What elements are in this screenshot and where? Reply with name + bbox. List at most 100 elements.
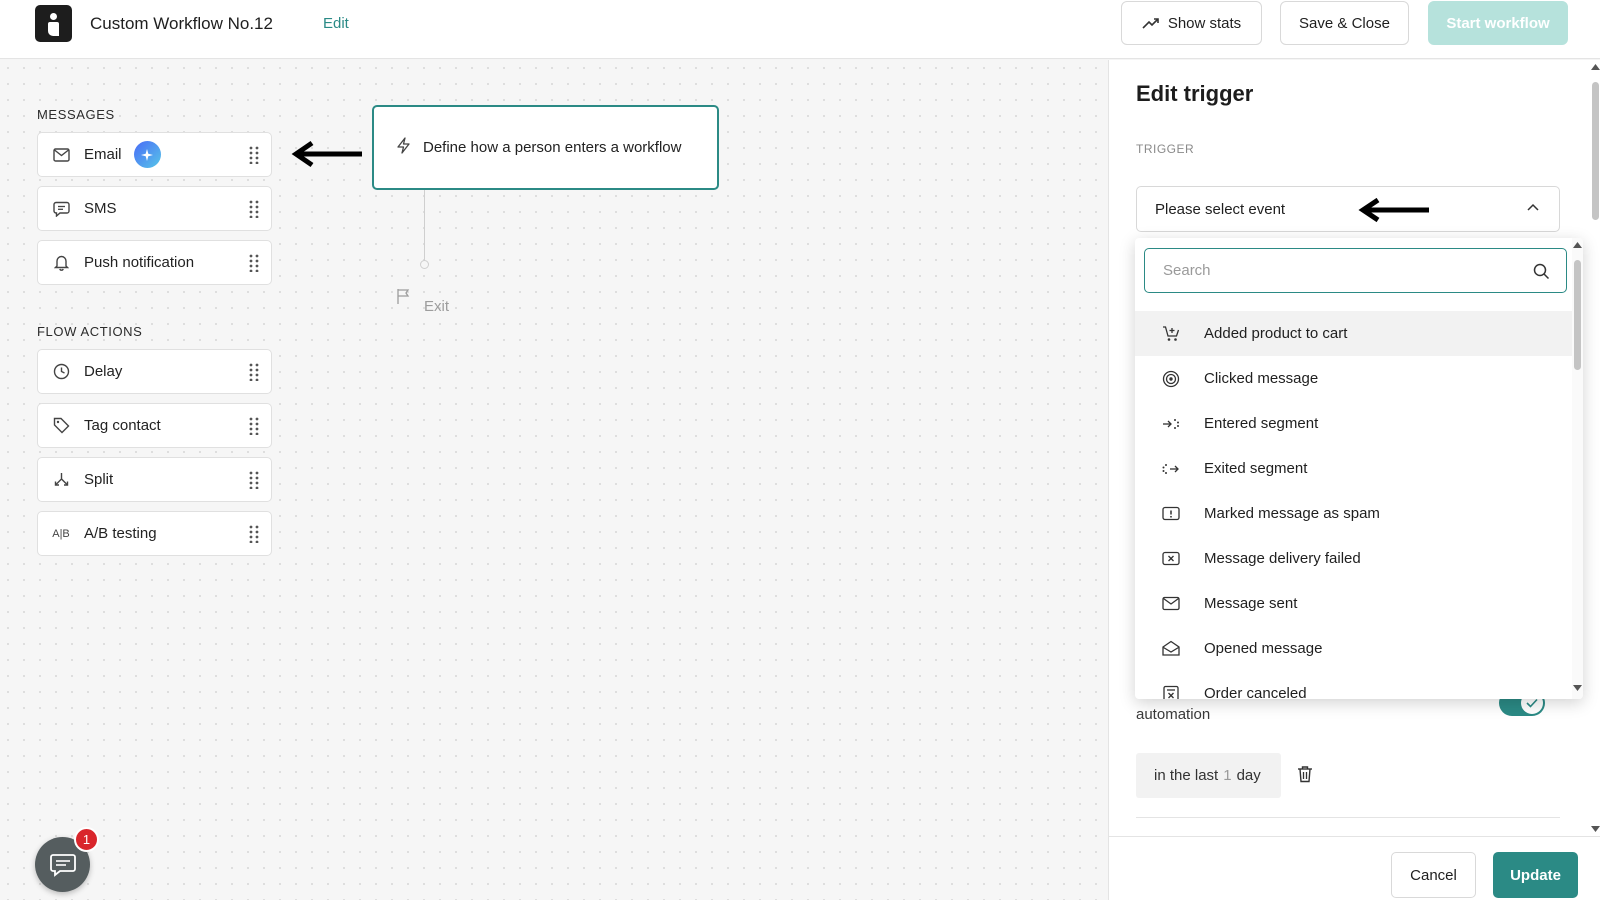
cancel-button[interactable]: Cancel — [1391, 852, 1476, 898]
automation-label: automation — [1136, 706, 1211, 723]
event-option[interactable]: Exited segment — [1135, 446, 1572, 491]
trigger-node[interactable]: Define how a person enters a workflow — [372, 105, 719, 190]
exit-node: Exit — [396, 288, 449, 315]
palette-item-push-notification[interactable]: Push notification — [37, 240, 272, 285]
trend-up-icon — [1142, 18, 1159, 29]
event-option[interactable]: Marked message as spam — [1135, 491, 1572, 536]
mail-icon — [52, 146, 70, 164]
trigger-field-label: TRIGGER — [1136, 142, 1195, 156]
exit-label: Exit — [424, 298, 450, 315]
flow-actions-heading: FLOW ACTIONS — [37, 324, 143, 339]
event-dropdown: Added product to cart Clicked message En… — [1135, 238, 1583, 699]
chat-bubble-icon — [52, 200, 70, 218]
delivery-failed-icon — [1161, 549, 1181, 569]
palette-item-split[interactable]: Split — [37, 457, 272, 502]
edit-title-link[interactable]: Edit — [323, 15, 349, 32]
show-stats-label: Show stats — [1167, 14, 1242, 32]
save-close-button[interactable]: Save & Close — [1280, 1, 1409, 45]
event-option[interactable]: Message sent — [1135, 581, 1572, 626]
bell-icon — [52, 254, 70, 272]
start-workflow-button[interactable]: Start workflow — [1428, 1, 1568, 45]
app-logo[interactable] — [35, 5, 72, 42]
scroll-up-icon[interactable] — [1573, 242, 1582, 248]
time-number[interactable]: 1 — [1223, 767, 1231, 784]
event-list: Added product to cart Clicked message En… — [1135, 311, 1572, 699]
palette-item-tag-contact[interactable]: Tag contact — [37, 403, 272, 448]
flag-icon — [397, 289, 410, 304]
event-option[interactable]: Added product to cart — [1135, 311, 1572, 356]
annotation-arrow-icon — [1358, 197, 1429, 223]
palette-item-label: Delay — [84, 363, 123, 380]
palette-item-label: Push notification — [84, 254, 195, 271]
event-option[interactable]: Clicked message — [1135, 356, 1572, 401]
drag-handle-icon[interactable] — [249, 471, 259, 494]
scroll-down-icon[interactable] — [1573, 685, 1582, 691]
palette-item-label: Email — [84, 146, 122, 163]
event-option-label: Entered segment — [1204, 415, 1319, 432]
chevron-up-icon[interactable] — [1527, 203, 1539, 211]
order-canceled-icon — [1161, 684, 1181, 699]
search-icon — [1533, 263, 1550, 280]
event-option-label: Marked message as spam — [1204, 505, 1380, 522]
scroll-down-icon[interactable] — [1591, 826, 1600, 832]
target-icon — [1161, 369, 1181, 389]
messages-heading: MESSAGES — [37, 107, 115, 122]
divider — [1136, 817, 1560, 818]
panel-title: Edit trigger — [1136, 81, 1254, 106]
trigger-node-text: Define how a person enters a workflow — [423, 139, 682, 156]
event-option-label: Exited segment — [1204, 460, 1308, 477]
clock-icon — [52, 363, 70, 381]
event-option-label: Message delivery failed — [1204, 550, 1361, 567]
event-select-value: Please select event — [1155, 200, 1286, 218]
event-option[interactable]: Opened message — [1135, 626, 1572, 671]
time-unit: day — [1236, 767, 1261, 784]
panel-scrollbar[interactable] — [1590, 60, 1600, 836]
palette-item-delay[interactable]: Delay — [37, 349, 272, 394]
event-select[interactable]: Please select event — [1136, 186, 1560, 232]
time-window-field[interactable]: in the last 1 day — [1136, 753, 1281, 798]
palette-item-label: A/B testing — [84, 525, 157, 542]
lightning-icon — [396, 136, 411, 159]
drag-handle-icon[interactable] — [249, 363, 259, 386]
event-option-label: Opened message — [1204, 640, 1323, 657]
trash-icon[interactable] — [1297, 765, 1313, 783]
ab-icon: A|B — [52, 527, 70, 540]
cart-icon — [1161, 324, 1181, 344]
workflow-title: Custom Workflow No.12 — [90, 14, 273, 33]
palette-item-label: Tag contact — [84, 417, 161, 434]
check-icon — [1526, 698, 1538, 708]
dropdown-scrollbar[interactable] — [1572, 238, 1583, 699]
event-option-label: Message sent — [1204, 595, 1298, 612]
ai-sparkle-icon — [133, 141, 161, 168]
event-option-label: Order canceled — [1204, 685, 1307, 699]
show-stats-button[interactable]: Show stats — [1121, 1, 1262, 45]
update-button[interactable]: Update — [1493, 852, 1578, 898]
top-bar: Custom Workflow No.12 Edit Show stats Sa… — [0, 0, 1600, 59]
tag-icon — [52, 417, 70, 435]
node-connector — [424, 190, 425, 262]
event-option[interactable]: Order canceled — [1135, 671, 1572, 699]
event-search[interactable] — [1144, 248, 1567, 293]
event-option[interactable]: Entered segment — [1135, 401, 1572, 446]
annotation-arrow-icon — [291, 140, 362, 168]
palette-item-email[interactable]: Email — [37, 132, 272, 177]
connector-dot — [420, 260, 429, 269]
split-icon — [52, 471, 70, 489]
event-option-label: Added product to cart — [1204, 325, 1348, 342]
scroll-up-icon[interactable] — [1591, 64, 1600, 70]
exit-segment-icon — [1161, 459, 1181, 479]
event-option[interactable]: Message delivery failed — [1135, 536, 1572, 581]
drag-handle-icon[interactable] — [249, 417, 259, 440]
palette-item-sms[interactable]: SMS — [37, 186, 272, 231]
palette-item-ab-testing[interactable]: A|B A/B testing — [37, 511, 272, 556]
spam-icon — [1161, 504, 1181, 524]
enter-segment-icon — [1161, 414, 1181, 434]
workflow-canvas[interactable]: MESSAGES Email SMS Push notification FLO… — [0, 60, 1108, 900]
palette-item-label: Split — [84, 471, 114, 488]
drag-handle-icon[interactable] — [249, 146, 259, 169]
drag-handle-icon[interactable] — [249, 525, 259, 548]
drag-handle-icon[interactable] — [249, 254, 259, 277]
time-prefix: in the last — [1154, 767, 1219, 784]
drag-handle-icon[interactable] — [249, 200, 259, 223]
event-search-input[interactable] — [1163, 262, 1503, 279]
